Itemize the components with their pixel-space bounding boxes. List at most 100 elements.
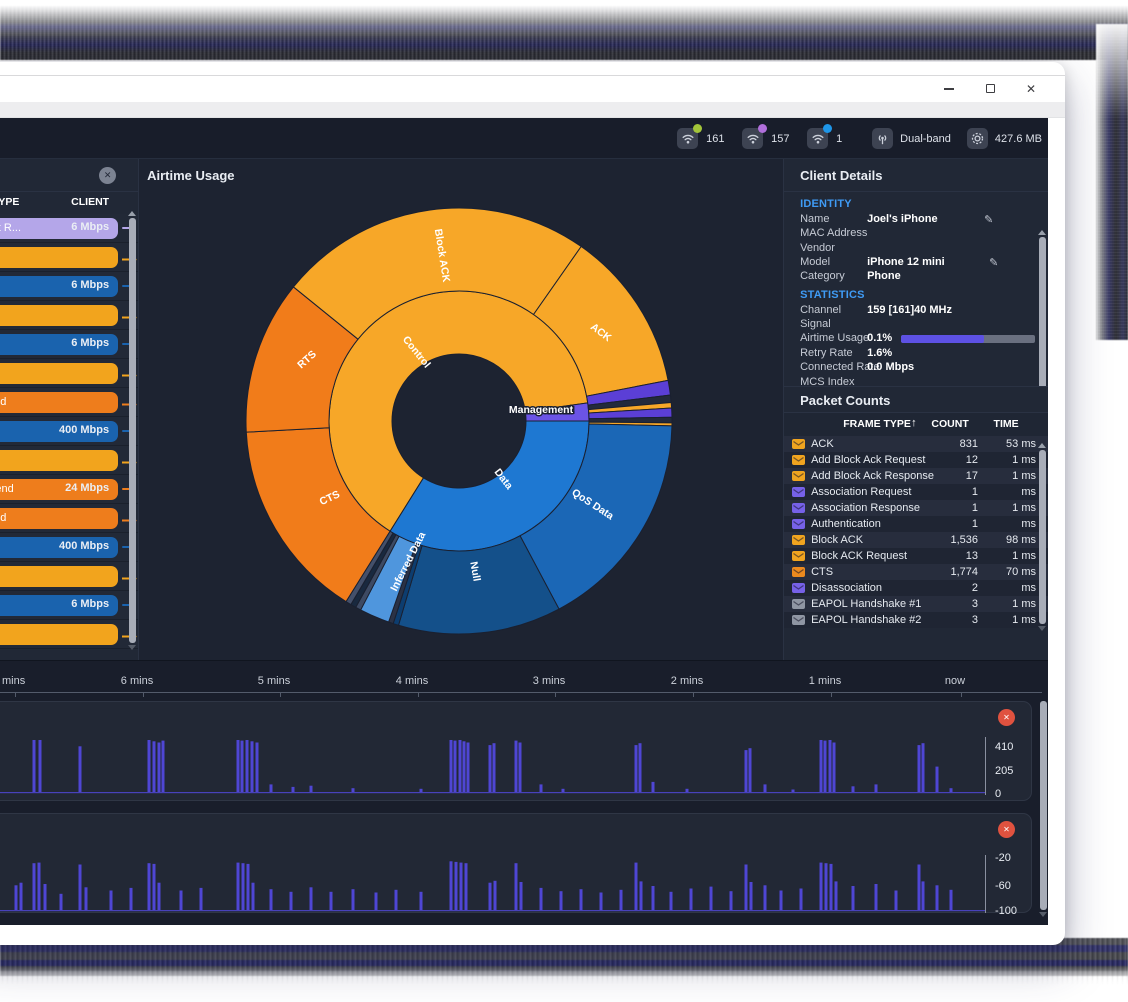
detail-label: Retry Rate [800,347,853,359]
packet-count-row[interactable]: Block ACK1,53698 ms [784,532,1048,548]
chart-bar [463,741,466,792]
packet-count-row[interactable]: Block ACK Request131 ms [784,548,1048,564]
frame-type-row[interactable] [0,446,138,475]
column-header-frame-type[interactable]: FRAME TYPE [843,418,911,430]
chart-bar [15,885,18,910]
frame-type-row[interactable]: a400 Mbps [0,417,138,446]
frame-type-row[interactable]: ort R...6 Mbps [0,214,138,243]
background-shadow-top [0,6,1128,60]
airtime-usage-title: Airtime Usage [147,168,234,183]
frame-type-row[interactable]: 6 Mbps [0,272,138,301]
wifi-button[interactable] [742,128,763,149]
close-button[interactable]: ✕ [1024,82,1038,96]
chart-bar [745,865,748,911]
chart-close-button[interactable]: ✕ [998,821,1015,838]
packet-count-row[interactable]: Association Request1ms [784,484,1048,500]
frame-type-name: Authentication [811,518,934,530]
frame-time: 1 ms [978,598,1036,610]
chart-bar [918,865,921,911]
scroll-down-icon [128,645,136,650]
frame-count: 1,536 [934,534,978,546]
edit-icon[interactable]: ✎ [989,256,998,269]
sort-ascending-icon[interactable]: ↑ [911,417,917,429]
frame-type-row[interactable]: end [0,388,138,417]
detail-row-mcs-clipped: MCS Index [784,376,1048,386]
window-titlebar[interactable]: ✕ [0,62,1065,102]
chart-bar [830,864,833,910]
left-panel-scrollbar[interactable] [128,211,136,650]
column-header-time[interactable]: TIME [994,418,1019,430]
scrollbar-thumb [1039,450,1046,624]
timeline-tick [280,693,281,697]
packet-counts-scrollbar[interactable] [1038,443,1046,631]
frame-type-row[interactable] [0,620,138,649]
wifi-icon [746,133,760,144]
packet-count-row[interactable]: EAPOL Handshake #231 ms [784,612,1048,628]
scroll-down-icon [1039,912,1047,917]
frame-type-row[interactable]: end [0,504,138,533]
packet-rate-chart: 4102050 [0,702,1033,802]
maximize-button[interactable] [983,82,997,96]
frame-envelope-icon [792,535,805,545]
frame-type-row[interactable]: Send24 Mbps [0,475,138,504]
chart-bar [79,746,82,792]
y-axis-tick-label: -100 [995,905,1017,914]
scroll-up-icon [1038,443,1046,448]
storage-button[interactable] [967,128,988,149]
packet-count-row[interactable]: ACK83153 ms [784,436,1048,452]
packet-count-row[interactable]: Disassociation2ms [784,580,1048,596]
frame-time: 1 ms [978,550,1036,562]
chart-close-button[interactable]: ✕ [998,709,1015,726]
frame-time: 70 ms [978,566,1036,578]
chart-bar [39,740,42,792]
chart-bar [153,864,156,910]
chart-bar [764,885,767,910]
dual-band-item: Dual-band [872,128,951,149]
column-header-client[interactable]: CLIENT [71,196,109,208]
antenna-icon [876,133,889,145]
detail-label: Category [800,270,845,282]
dual-band-button[interactable] [872,128,893,149]
minimize-button[interactable] [942,82,956,96]
signal-chart: -20-60-100 [0,814,1033,914]
chart-bar [936,767,939,792]
chart-bar [635,863,638,910]
chart-bar [829,740,832,792]
frame-type-row[interactable] [0,562,138,591]
frame-type-row[interactable]: a400 Mbps [0,533,138,562]
chart-bar [640,881,643,910]
frame-type-row[interactable] [0,301,138,330]
airtime-sunburst-chart[interactable]: ControlManagementDataCTSRTSBlock ACKACKQ… [139,159,784,661]
panel-close-button[interactable]: ✕ [99,167,116,184]
chart-bar [252,883,255,910]
chart-bar [310,887,313,910]
packet-count-row[interactable]: Add Block Ack Request121 ms [784,452,1048,468]
statistics-heading: STATISTICS [800,289,865,301]
timeline-scrollbar[interactable] [1039,701,1047,917]
frame-type-row[interactable] [0,359,138,388]
edit-icon[interactable]: ✎ [984,213,993,226]
chart-bar [330,892,333,910]
packet-count-row[interactable]: EAPOL Handshake #131 ms [784,596,1048,612]
packet-count-row[interactable]: CTS1,77470 ms [784,564,1048,580]
packet-count-row[interactable]: Authentication1ms [784,516,1048,532]
timeline-tick [693,693,694,697]
strip-chart-packets[interactable]: ✕ 4102050 [0,701,1032,801]
detail-label: MCS Index [800,376,854,386]
maximize-icon [986,84,995,93]
chart-bar [835,881,838,910]
frame-type-row[interactable]: 6 Mbps [0,330,138,359]
chart-bar [460,863,463,910]
chart-y-axis [985,737,986,795]
chart-bar [246,740,249,792]
column-header-type[interactable]: TYPE [0,196,19,208]
column-header-count[interactable]: COUNT [931,418,968,430]
frame-type-row[interactable] [0,243,138,272]
packet-count-row[interactable]: Association Response11 ms [784,500,1048,516]
chart-bar [950,788,953,792]
wifi-button[interactable] [807,128,828,149]
strip-chart-signal[interactable]: ✕ -20-60-100 [0,813,1032,913]
wifi-button[interactable] [677,128,698,149]
frame-type-row[interactable]: 6 Mbps [0,591,138,620]
packet-count-row[interactable]: Add Block Ack Response171 ms [784,468,1048,484]
